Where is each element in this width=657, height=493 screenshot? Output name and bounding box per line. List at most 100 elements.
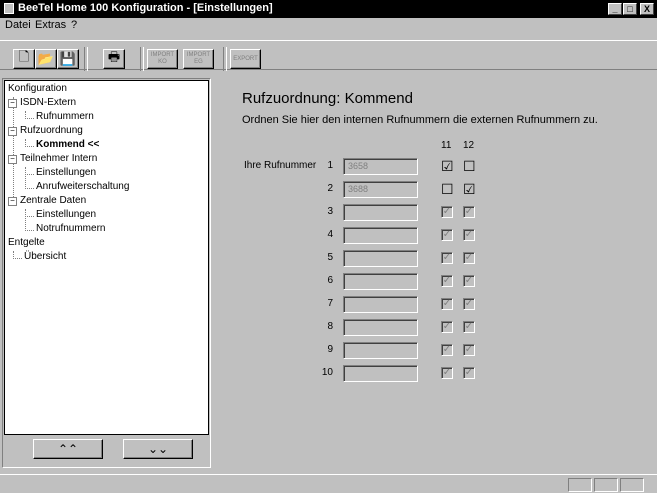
checkbox-12[interactable]: ✓: [463, 321, 475, 333]
checkbox-12[interactable]: ✓: [463, 252, 475, 264]
row-number: 7: [327, 298, 333, 309]
toolbar: 🗋 📂 💾 🖶 IMPORT KO IMPORT EG EXPORT: [0, 40, 657, 71]
export-label: EXPORT: [233, 55, 258, 62]
collapse-icon[interactable]: −: [8, 127, 17, 136]
menu-help[interactable]: ?: [71, 19, 77, 31]
checkbox-11[interactable]: ✓: [441, 321, 453, 333]
row-label: Ihre Rufnummer: [244, 160, 317, 171]
tree-line: [25, 146, 34, 147]
print-icon: 🖶: [107, 49, 121, 64]
new-document-button[interactable]: 🗋: [13, 49, 35, 69]
content-panel: Rufzuordnung: Kommend Ordnen Sie hier de…: [218, 78, 655, 470]
tree-line: [25, 216, 34, 217]
export-button[interactable]: EXPORT: [230, 49, 261, 69]
checkbox-11[interactable]: ✓: [441, 344, 453, 356]
phone-number-field[interactable]: [343, 365, 418, 382]
checkbox-12[interactable]: ✓: [463, 367, 475, 379]
toolbar-separator: [223, 47, 227, 71]
checkbox-12[interactable]: ✓: [463, 206, 475, 218]
import-ko-button[interactable]: IMPORT KO: [147, 49, 178, 69]
tree-panel: Konfiguration − ISDN-Extern Rufnummern −…: [2, 78, 211, 468]
row-number: 9: [327, 344, 333, 355]
close-button[interactable]: X: [640, 3, 654, 15]
tree-line: [25, 118, 34, 119]
new-document-icon: 🗋: [18, 49, 30, 64]
status-panel: [568, 478, 592, 492]
tree-line: [25, 174, 34, 175]
menu-datei[interactable]: Datei: [5, 19, 31, 31]
row-number: 6: [327, 275, 333, 286]
status-panel: [620, 478, 644, 492]
row-number: 3: [327, 206, 333, 217]
phone-number-field[interactable]: 3688: [343, 181, 418, 198]
double-chevron-up-icon: ⌃⌃: [57, 442, 79, 456]
collapse-icon[interactable]: −: [8, 99, 17, 108]
scroll-down-button[interactable]: ⌄⌄: [123, 439, 193, 459]
checkbox-11[interactable]: ✓: [441, 275, 453, 287]
checkbox-11[interactable]: ☐: [441, 182, 454, 196]
checkbox-11[interactable]: ✓: [441, 367, 453, 379]
import-ko-label: IMPORT: [150, 52, 175, 58]
restore-button[interactable]: □: [623, 3, 637, 15]
phone-number-field[interactable]: [343, 296, 418, 313]
row-number: 10: [321, 367, 333, 378]
tree-line: [25, 167, 26, 189]
row-number: 5: [327, 252, 333, 263]
phone-number-field[interactable]: [343, 227, 418, 244]
tree-line: [13, 97, 14, 205]
save-button[interactable]: 💾: [57, 49, 79, 69]
page-title: Rufzuordnung: Kommend: [242, 90, 413, 107]
menu-extras[interactable]: Extras: [35, 19, 66, 31]
collapse-icon[interactable]: −: [8, 155, 17, 164]
checkbox-11[interactable]: ✓: [441, 206, 453, 218]
import-ko-sub: KO: [158, 59, 167, 65]
phone-number-field[interactable]: [343, 204, 418, 221]
save-disk-icon: 💾: [59, 51, 77, 66]
tree-line: [25, 188, 34, 189]
menu-bar: Datei Extras ?: [0, 18, 657, 34]
tree-line: [13, 258, 22, 259]
checkbox-12[interactable]: ✓: [463, 344, 475, 356]
open-button[interactable]: 📂: [35, 49, 57, 69]
checkbox-11[interactable]: ✓: [441, 252, 453, 264]
title-bar: BeeTel Home 100 Konfiguration - [Einstel…: [0, 0, 657, 18]
window-title: BeeTel Home 100 Konfiguration - [Einstel…: [18, 2, 273, 14]
import-eg-label: IMPORT: [186, 52, 211, 58]
column-header-11: 11: [441, 140, 452, 151]
print-button[interactable]: 🖶: [103, 49, 125, 69]
column-header-12: 12: [463, 140, 475, 151]
checkbox-12[interactable]: ✓: [463, 298, 475, 310]
app-icon[interactable]: [4, 3, 14, 14]
double-chevron-down-icon: ⌄⌄: [147, 442, 169, 456]
phone-number-field[interactable]: 3658: [343, 158, 418, 175]
phone-number-field[interactable]: [343, 319, 418, 336]
checkbox-12[interactable]: ☑: [463, 182, 476, 196]
checkbox-11[interactable]: ✓: [441, 229, 453, 241]
row-number: 8: [327, 321, 333, 332]
checkbox-11[interactable]: ✓: [441, 298, 453, 310]
tree-line: [25, 209, 26, 231]
phone-number-field[interactable]: [343, 273, 418, 290]
row-number: 2: [327, 183, 333, 194]
row-number: 4: [327, 229, 333, 240]
import-eg-sub: EG: [194, 59, 203, 65]
import-eg-button[interactable]: IMPORT EG: [183, 49, 214, 69]
minimize-button[interactable]: _: [608, 3, 622, 15]
status-panel: [594, 478, 618, 492]
open-folder-icon: 📂: [37, 51, 55, 66]
toolbar-separator: [84, 47, 88, 71]
scroll-up-button[interactable]: ⌃⌃: [33, 439, 103, 459]
page-description: Ordnen Sie hier den internen Rufnummern …: [242, 114, 598, 126]
navigation-tree[interactable]: Konfiguration − ISDN-Extern Rufnummern −…: [4, 80, 209, 435]
tree-line: [25, 230, 34, 231]
checkbox-12[interactable]: ☐: [463, 159, 476, 173]
checkbox-11[interactable]: ☑: [441, 159, 454, 173]
phone-number-field[interactable]: [343, 342, 418, 359]
collapse-icon[interactable]: −: [8, 197, 17, 206]
checkbox-12[interactable]: ✓: [463, 275, 475, 287]
phone-number-field[interactable]: [343, 250, 418, 267]
toolbar-separator: [140, 47, 144, 71]
row-number: 1: [327, 160, 333, 171]
status-bar: [0, 474, 657, 493]
checkbox-12[interactable]: ✓: [463, 229, 475, 241]
